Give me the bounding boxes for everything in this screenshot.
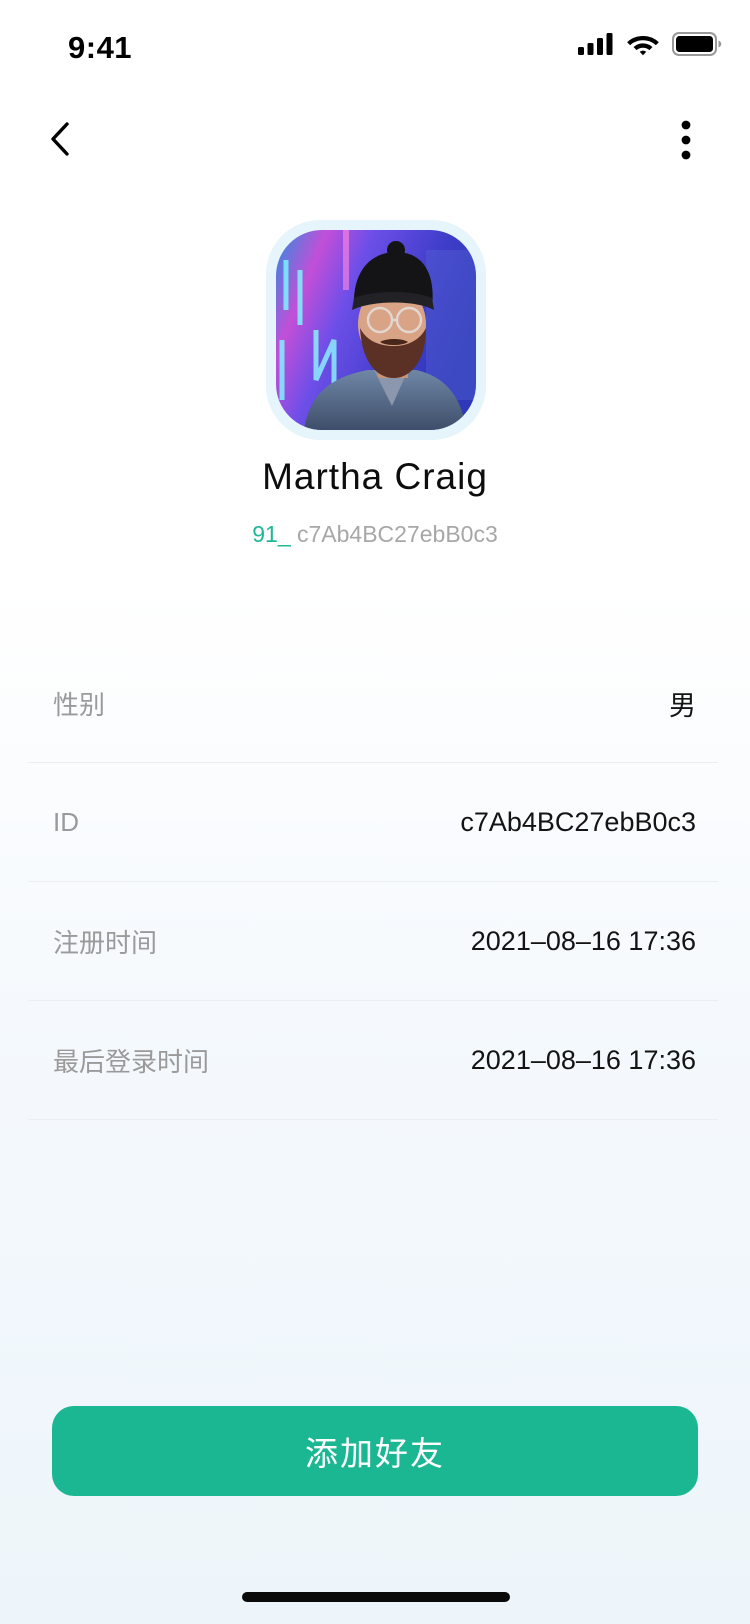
info-row-gender: 性别 男	[28, 644, 718, 763]
profile-handle: 91_ c7Ab4BC27ebB0c3	[0, 521, 750, 548]
handle-prefix: 91_	[252, 521, 291, 547]
info-row-registered: 注册时间 2021–08–16 17:36	[28, 882, 718, 1001]
cellular-signal-icon	[578, 33, 613, 55]
info-label-gender: 性别	[53, 689, 106, 720]
info-value-gender: 男	[669, 690, 696, 721]
more-vertical-icon	[681, 120, 691, 160]
info-label-id: ID	[53, 806, 79, 837]
profile-name: Martha Craig	[262, 456, 488, 497]
info-label-registered: 注册时间	[53, 927, 158, 958]
info-row-last-login: 最后登录时间 2021–08–16 17:36	[28, 1001, 718, 1120]
more-options-button[interactable]	[666, 112, 706, 168]
wifi-icon	[627, 36, 659, 56]
back-button[interactable]	[40, 114, 80, 164]
avatar	[276, 230, 476, 430]
info-label-last-login: 最后登录时间	[53, 1046, 210, 1077]
add-friend-button[interactable]: 添加好友	[52, 1406, 698, 1496]
info-value-registered: 2021–08–16 17:36	[470, 925, 696, 956]
info-row-id: ID c7Ab4BC27ebB0c3	[28, 763, 718, 882]
status-bar: 9:41	[0, 0, 750, 96]
info-list: 性别 男 ID c7Ab4BC27ebB0c3 注册时间 2021–08–16 …	[28, 644, 718, 1120]
info-value-id: c7Ab4BC27ebB0c3	[460, 806, 696, 837]
info-value-last-login: 2021–08–16 17:36	[470, 1044, 696, 1075]
home-indicator	[242, 1592, 510, 1602]
handle-id: c7Ab4BC27ebB0c3	[290, 521, 498, 547]
battery-icon	[672, 32, 722, 56]
avatar-photo	[276, 230, 476, 430]
status-icons	[578, 32, 722, 56]
status-time: 9:41	[68, 30, 133, 65]
chevron-left-icon	[51, 122, 69, 156]
